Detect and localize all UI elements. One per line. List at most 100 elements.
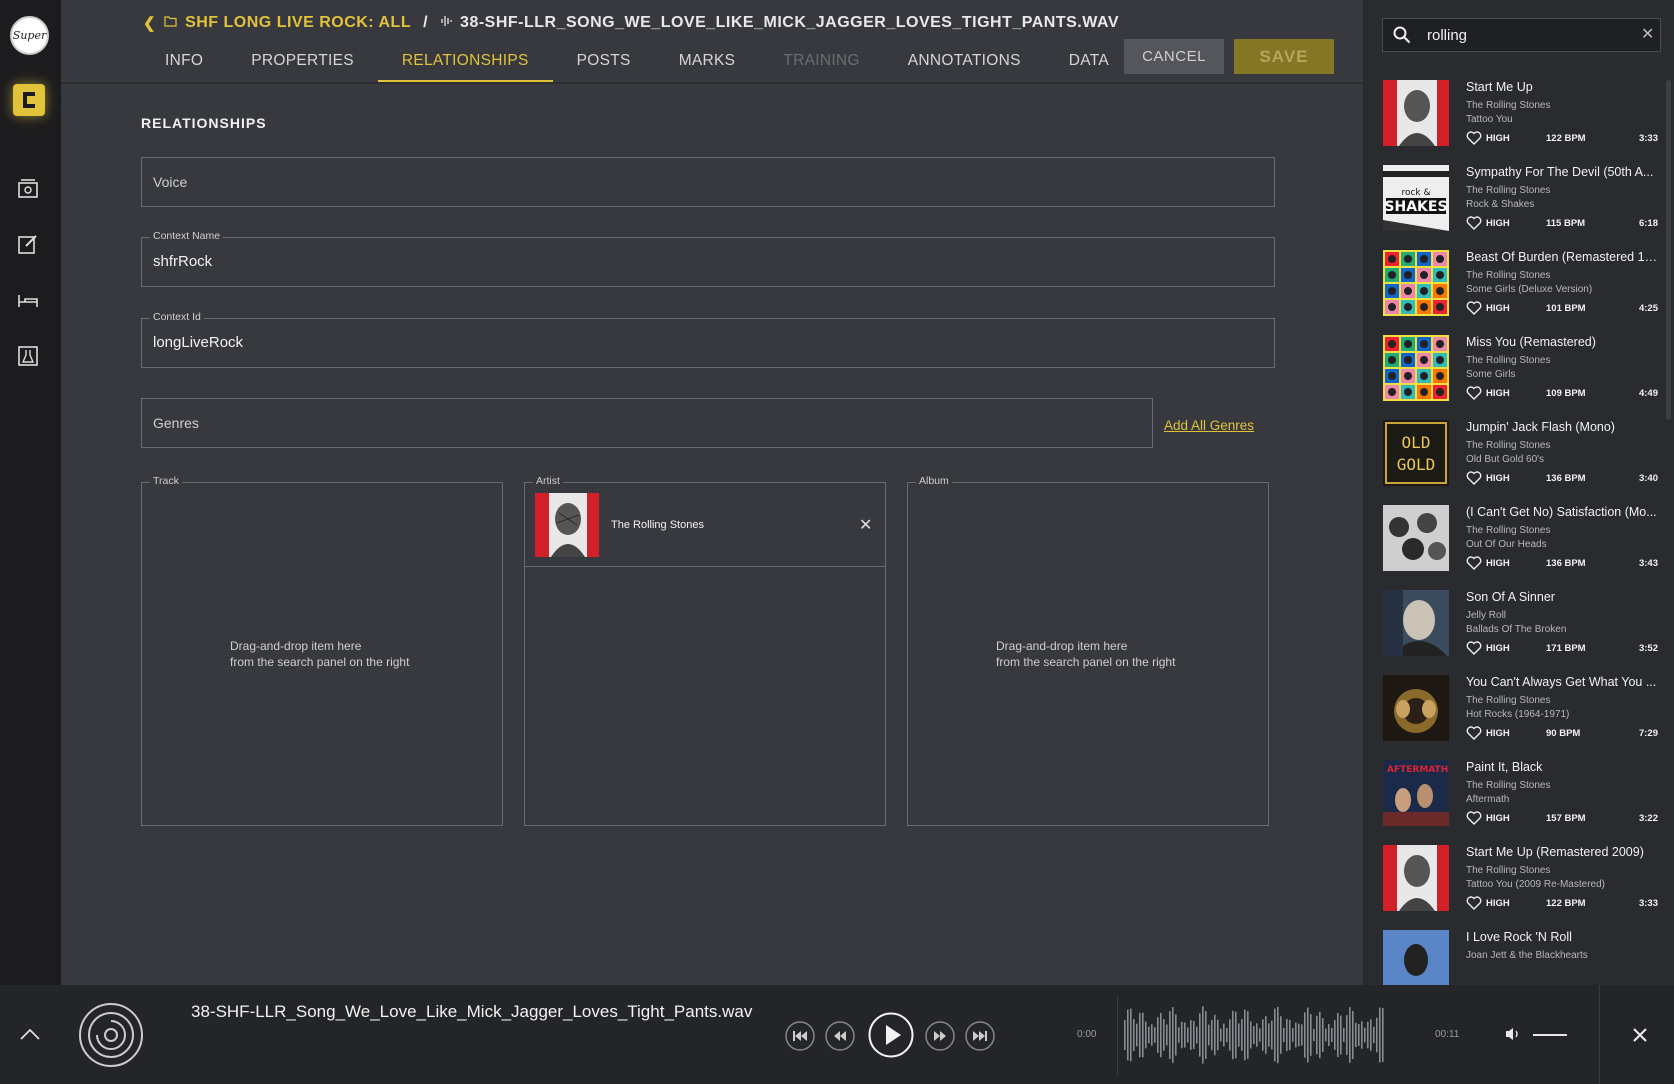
- track-hint-line2: from the search panel on the right: [230, 655, 410, 669]
- fast-forward-icon[interactable]: [925, 1021, 955, 1056]
- results-scrollbar[interactable]: [1666, 80, 1671, 420]
- chevron-left-icon[interactable]: ❮: [143, 14, 156, 32]
- result-item[interactable]: You Can't Always Get What You ... The Rol…: [1383, 675, 1658, 760]
- heart-icon[interactable]: [1466, 471, 1482, 488]
- result-item[interactable]: Son Of A Sinner Jelly Roll Ballads Of The …: [1383, 590, 1658, 675]
- track-dropzone[interactable]: Track Drag-and-drop item here from the s…: [141, 475, 503, 826]
- play-icon[interactable]: [868, 1012, 914, 1063]
- result-energy: HIGH: [1486, 643, 1510, 654]
- close-icon[interactable]: ✕: [1641, 24, 1654, 44]
- audio-wave-icon: [440, 14, 452, 32]
- skip-start-icon[interactable]: [785, 1021, 815, 1056]
- search-input[interactable]: rolling ✕: [1382, 18, 1661, 52]
- volume-slider[interactable]: [1533, 1034, 1567, 1036]
- heart-icon[interactable]: [1466, 556, 1482, 573]
- album-hint-line1: Drag-and-drop item here: [996, 639, 1128, 653]
- result-title: (I Can't Get No) Satisfaction (Mo...: [1466, 505, 1657, 519]
- album-label: Album: [916, 475, 952, 487]
- result-artist: The Rolling Stones: [1466, 695, 1551, 706]
- tab-posts[interactable]: POSTS: [553, 45, 655, 83]
- result-album: Hot Rocks (1964-1971): [1466, 709, 1570, 720]
- result-item[interactable]: rock & SHAKES Sympathy For The Devil (50th…: [1383, 165, 1658, 250]
- album-hint: Drag-and-drop item here from the search …: [996, 638, 1175, 670]
- tab-annotations[interactable]: ANNOTATIONS: [884, 45, 1045, 83]
- artist-item-name: The Rolling Stones: [611, 519, 704, 531]
- result-item[interactable]: Beast Of Burden (Remastered 19... The Rol…: [1383, 250, 1658, 335]
- result-duration: 4:49: [1638, 388, 1658, 399]
- artist-dropzone[interactable]: Artist The Rolling Stones ✕: [524, 475, 886, 826]
- result-bpm: 157 BPM: [1546, 813, 1586, 824]
- heart-icon[interactable]: [1466, 726, 1482, 743]
- add-all-genres-link[interactable]: Add All Genres: [1164, 418, 1254, 433]
- skip-end-icon[interactable]: [965, 1021, 995, 1056]
- heart-icon[interactable]: [1466, 301, 1482, 318]
- result-meta: HIGH 157 BPM 3:22: [1466, 811, 1658, 825]
- bed-icon[interactable]: [17, 289, 39, 311]
- album-dropzone[interactable]: Album Drag-and-drop item here from the s…: [907, 475, 1269, 826]
- cancel-button[interactable]: CANCEL: [1124, 39, 1224, 74]
- rail-c-icon[interactable]: [13, 84, 45, 116]
- search-icon: [1393, 26, 1411, 49]
- result-title: Miss You (Remastered): [1466, 335, 1596, 349]
- result-bpm: 171 BPM: [1546, 643, 1586, 654]
- result-energy: HIGH: [1486, 728, 1510, 739]
- edit-icon[interactable]: [17, 233, 39, 255]
- breadcrumb-separator: /: [423, 14, 429, 31]
- tab-bar: INFO PROPERTIES RELATIONSHIPS POSTS MARK…: [141, 45, 1133, 83]
- result-title: Jumpin' Jack Flash (Mono): [1466, 420, 1615, 434]
- result-item[interactable]: Start Me Up (Remastered 2009) The Rolling…: [1383, 845, 1658, 930]
- result-title: Beast Of Burden (Remastered 19...: [1466, 250, 1658, 264]
- result-duration: 3:43: [1638, 558, 1658, 569]
- result-item[interactable]: Miss You (Remastered) The Rolling Stones S…: [1383, 335, 1658, 420]
- tab-info[interactable]: INFO: [141, 45, 227, 83]
- result-duration: 4:25: [1638, 303, 1658, 314]
- chevron-up-icon[interactable]: [20, 1027, 40, 1045]
- close-icon[interactable]: ✕: [859, 515, 872, 535]
- rewind-icon[interactable]: [825, 1021, 855, 1056]
- heart-icon[interactable]: [1466, 386, 1482, 403]
- waveform[interactable]: [1124, 997, 1386, 1073]
- elapsed-time: 0:00: [1077, 1029, 1097, 1040]
- heart-icon[interactable]: [1466, 216, 1482, 233]
- genres-field[interactable]: Genres: [141, 398, 1153, 448]
- result-artist: The Rolling Stones: [1466, 185, 1551, 196]
- result-item[interactable]: AFTERMATH Paint It, Black The Rolling Ston…: [1383, 760, 1658, 845]
- result-item[interactable]: OLD GOLD Jumpin' Jack Flash (Mono) The Roll…: [1383, 420, 1658, 505]
- result-item[interactable]: I Love Rock 'N Roll Joan Jett & the Black…: [1383, 930, 1658, 985]
- tab-relationships[interactable]: RELATIONSHIPS: [377, 45, 553, 83]
- result-bpm: 109 BPM: [1546, 388, 1586, 399]
- heart-icon[interactable]: [1466, 896, 1482, 913]
- artist-item[interactable]: The Rolling Stones ✕: [525, 483, 885, 567]
- close-icon[interactable]: [1632, 1027, 1648, 1048]
- heart-icon[interactable]: [1466, 131, 1482, 148]
- folder-icon: [164, 14, 177, 32]
- album-art: [1383, 675, 1449, 741]
- tab-marks[interactable]: MARKS: [655, 45, 760, 83]
- section-title: RELATIONSHIPS: [141, 115, 267, 131]
- heart-icon[interactable]: [1466, 641, 1482, 658]
- context-id-field[interactable]: Context Id longLiveRock: [141, 311, 1275, 368]
- result-duration: 3:33: [1638, 133, 1658, 144]
- flask-icon[interactable]: [17, 345, 39, 367]
- tab-divider: [61, 82, 1363, 84]
- result-item[interactable]: (I Can't Get No) Satisfaction (Mo... The …: [1383, 505, 1658, 590]
- save-button[interactable]: SAVE: [1234, 39, 1334, 74]
- svg-text:AFTERMATH: AFTERMATH: [1387, 765, 1448, 775]
- result-item[interactable]: Start Me Up The Rolling Stones Tattoo You H…: [1383, 80, 1658, 165]
- result-album: Tattoo You: [1466, 114, 1513, 125]
- search-query: rolling: [1427, 27, 1468, 44]
- heart-icon[interactable]: [1466, 811, 1482, 828]
- voice-field[interactable]: Voice: [141, 157, 1275, 207]
- tab-data[interactable]: DATA: [1045, 45, 1133, 83]
- tab-properties[interactable]: PROPERTIES: [227, 45, 378, 83]
- super-logo[interactable]: Super: [10, 16, 49, 55]
- result-title: Start Me Up: [1466, 80, 1533, 94]
- library-icon[interactable]: [17, 177, 39, 199]
- result-duration: 3:22: [1638, 813, 1658, 824]
- context-name-field[interactable]: Context Name shfrRock: [141, 230, 1275, 287]
- result-artist: The Rolling Stones: [1466, 355, 1551, 366]
- album-art: AFTERMATH: [1383, 760, 1449, 826]
- breadcrumb-crumb[interactable]: SHF LONG LIVE ROCK: ALL: [185, 14, 411, 32]
- result-duration: 6:18: [1638, 218, 1658, 229]
- volume-icon[interactable]: [1505, 1027, 1521, 1046]
